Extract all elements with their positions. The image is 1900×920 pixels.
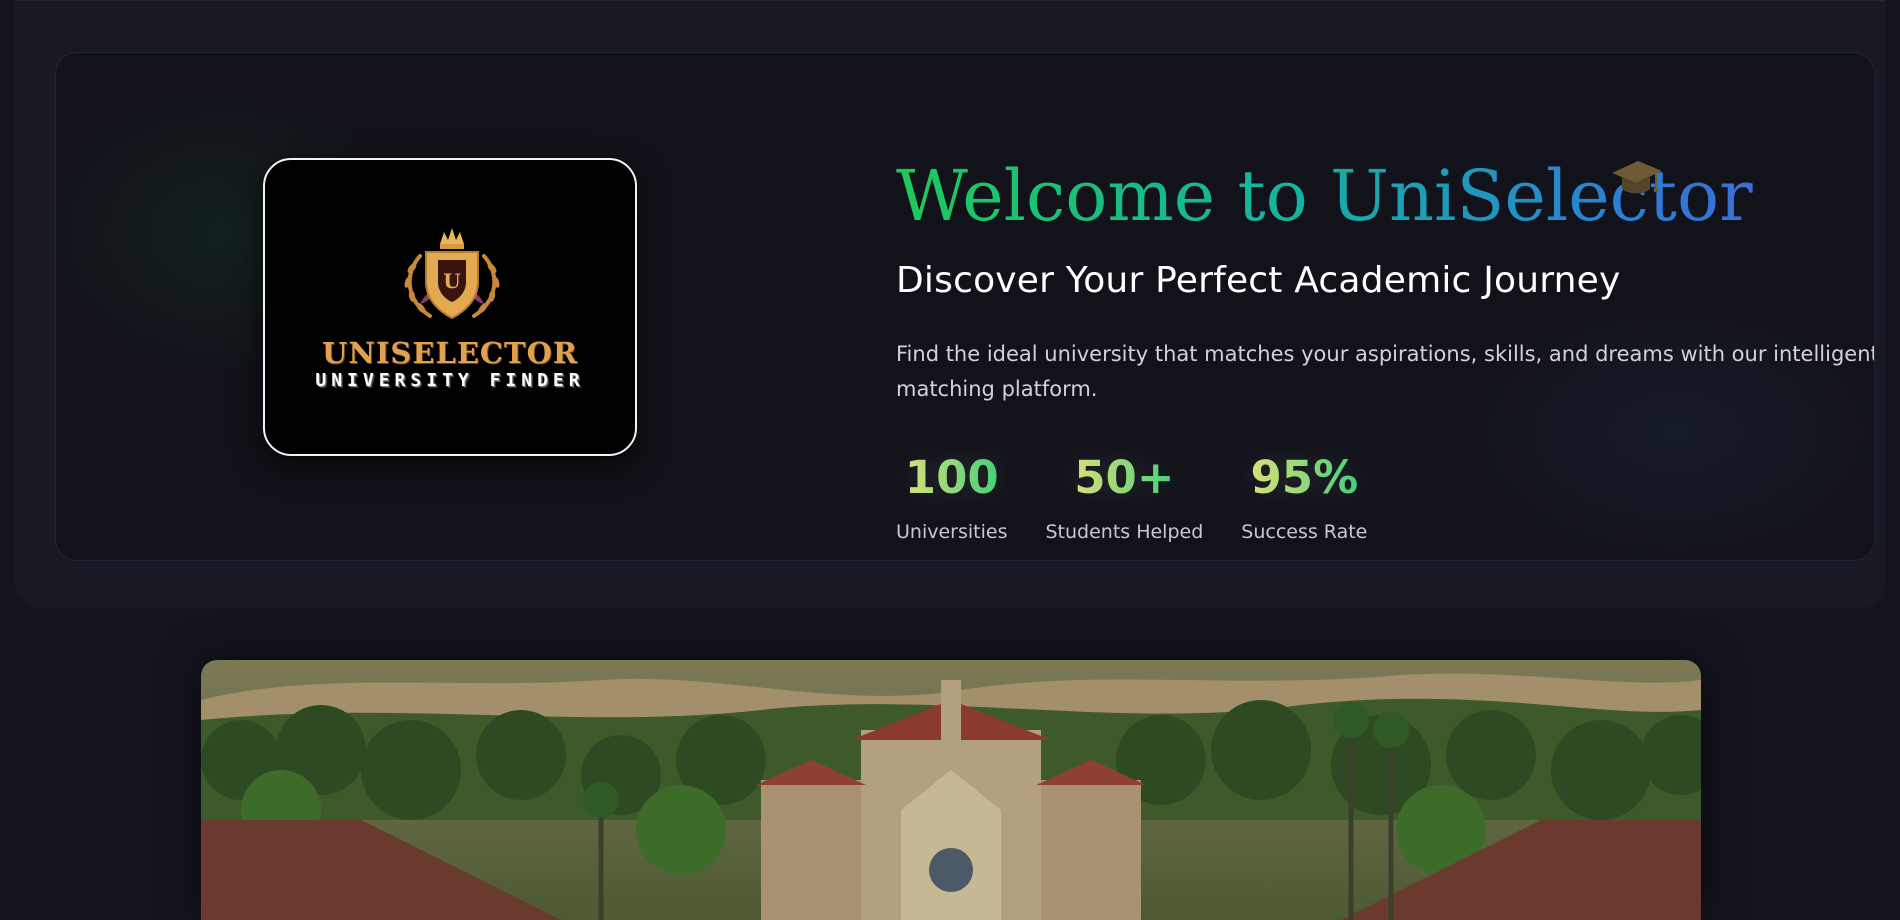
logo-card: U UNISELECTOR UNIVERSITY FINDER (263, 158, 637, 456)
stat-value: 100 (905, 449, 999, 507)
logo-tagline: UNIVERSITY FINDER (315, 370, 585, 391)
graduation-cap-icon (1612, 161, 1662, 194)
hero-description: Find the ideal university that matches y… (896, 342, 1875, 401)
logo-brand-name: UNISELECTOR (322, 336, 578, 370)
stat-value: 50+ (1074, 449, 1174, 507)
stat-students-helped: 50+ Students Helped (1045, 449, 1203, 543)
svg-text:U: U (443, 269, 460, 293)
stat-label: Students Helped (1045, 521, 1204, 543)
hero-card: U UNISELECTOR UNIVERSITY FINDER Welcome … (55, 52, 1875, 561)
crest-emblem-icon: U (404, 228, 500, 320)
hero-section: U UNISELECTOR UNIVERSITY FINDER Welcome … (15, 0, 1885, 608)
stats-row: 100 Universities 50+ Students Helped 95%… (896, 449, 1367, 543)
campus-image (201, 660, 1701, 920)
hero-subtitle: Discover Your Perfect Academic Journey (896, 260, 1621, 301)
stat-universities: 100 Universities (896, 449, 1007, 543)
stat-value: 95% (1250, 449, 1358, 507)
stat-label: Universities (896, 521, 1008, 543)
stat-success-rate: 95% Success Rate (1241, 449, 1367, 543)
stat-label: Success Rate (1241, 521, 1368, 543)
background-glow (1436, 283, 1874, 560)
